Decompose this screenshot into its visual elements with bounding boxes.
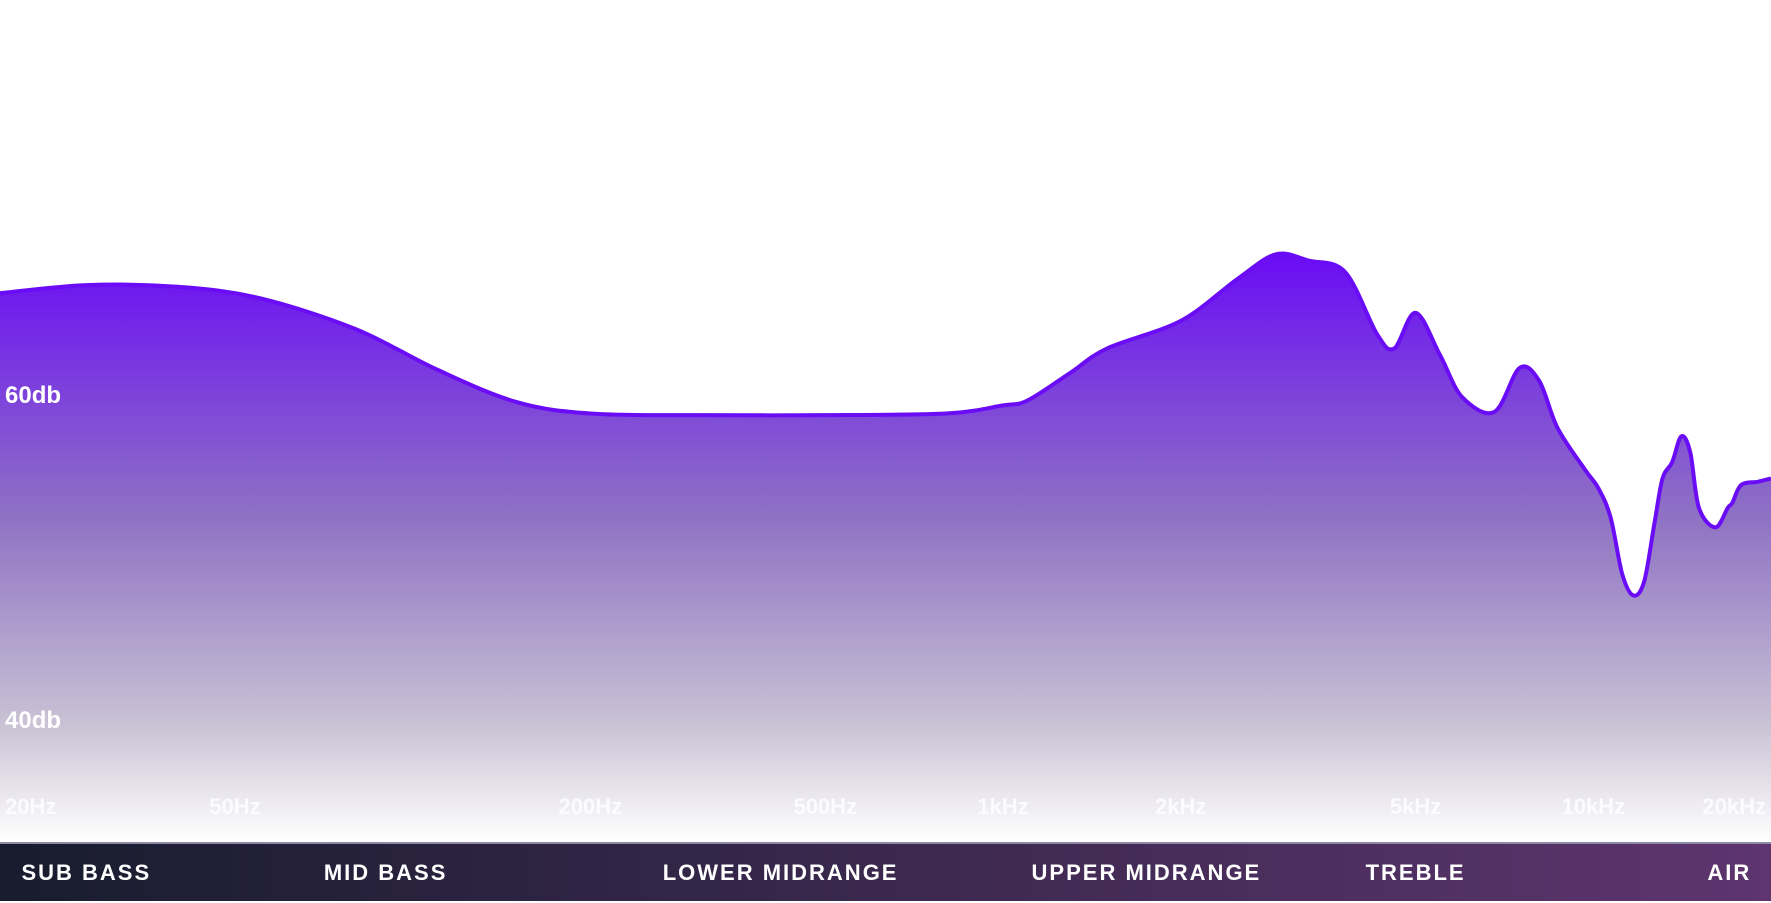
- x-tick-label: 2kHz: [1155, 794, 1206, 819]
- x-tick-label: 500Hz: [793, 794, 857, 819]
- band-label: LOWER MIDRANGE: [662, 860, 899, 885]
- x-tick-label: 20kHz: [1702, 794, 1766, 819]
- x-tick-label: 50Hz: [209, 794, 260, 819]
- band-label: TREBLE: [1365, 860, 1466, 885]
- x-tick-label: 200Hz: [559, 794, 623, 819]
- x-tick-label: 20Hz: [5, 794, 56, 819]
- x-tick-label: 1kHz: [977, 794, 1028, 819]
- x-tick-label: 10kHz: [1561, 794, 1625, 819]
- x-tick-label: 5kHz: [1390, 794, 1441, 819]
- response-area-fill: [0, 253, 1771, 843]
- band-label: MID BASS: [323, 860, 448, 885]
- y-tick-label: 40db: [5, 707, 61, 734]
- frequency-response-chart: 60db 40db 20Hz 50Hz 200Hz 500Hz 1kHz 2kHz 5kHz 1…: [0, 251, 1771, 901]
- frequency-band-bar: SUB BASS MID BASS LOWER MIDRANGE UPPER MIDR…: [0, 842, 1771, 903]
- band-label: AIR: [1707, 860, 1752, 885]
- band-label: UPPER MIDRANGE: [1031, 860, 1262, 885]
- band-label: SUB BASS: [21, 860, 152, 885]
- y-tick-label: 60db: [5, 382, 61, 409]
